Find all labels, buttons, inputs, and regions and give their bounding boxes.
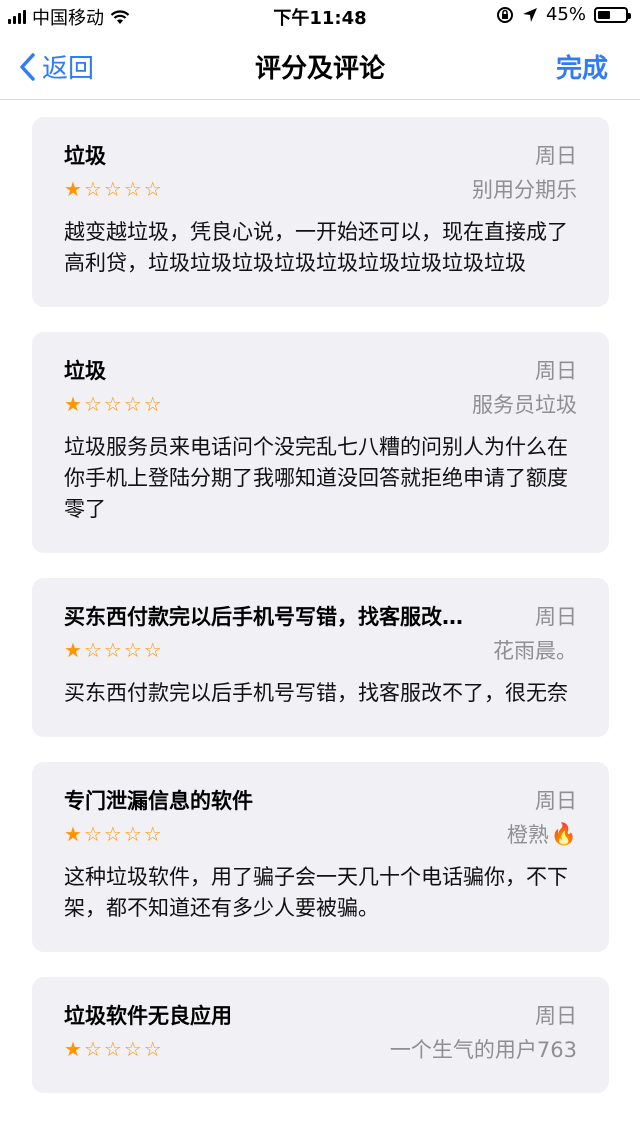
review-date: 周日 xyxy=(535,1004,577,1028)
star-empty-icon: ☆ xyxy=(123,177,142,201)
review-card[interactable]: 垃圾 周日 ★ ☆ ☆ ☆ ☆ 服务员垃圾 垃圾服务员来电话问个没完乱七八糟的问别人为什… xyxy=(32,332,609,553)
review-body: 越变越垃圾，凭良心说，一开始还可以，现在直接成了高利贷，垃圾垃圾垃圾垃圾垃圾垃圾… xyxy=(64,220,568,275)
review-date: 周日 xyxy=(535,605,577,629)
review-title: 垃圾 xyxy=(64,144,106,168)
review-date: 周日 xyxy=(535,359,577,383)
star-empty-icon: ☆ xyxy=(143,177,162,201)
review-list[interactable]: 垃圾 周日 ★ ☆ ☆ ☆ ☆ 别用分期乐 越变越垃圾，凭良心说，一开始还可以，现在直接… xyxy=(32,117,609,1138)
star-filled-icon: ★ xyxy=(64,177,82,201)
star-empty-icon: ☆ xyxy=(83,1037,102,1061)
star-empty-icon: ☆ xyxy=(123,392,142,416)
review-author: 橙熟 xyxy=(506,823,549,847)
star-empty-icon: ☆ xyxy=(103,177,122,201)
review-author: 花雨晨。 xyxy=(493,639,577,663)
star-rating: ★ ☆ ☆ ☆ ☆ xyxy=(64,179,162,199)
star-empty-icon: ☆ xyxy=(103,1037,122,1061)
star-empty-icon: ☆ xyxy=(103,392,122,416)
star-empty-icon: ☆ xyxy=(103,822,122,846)
review-card[interactable]: 买东西付款完以后手机号写错，找客服改… 周日 ★ ☆ ☆ ☆ ☆ 花雨晨。 买东西付款完… xyxy=(32,578,609,737)
star-empty-icon: ☆ xyxy=(123,1037,142,1061)
review-date: 周日 xyxy=(535,789,577,813)
review-body: 这种垃圾软件，用了骗子会一天几十个电话骗你，不下架，都不知道还有多少人要被骗。 xyxy=(64,865,568,920)
star-empty-icon: ☆ xyxy=(123,638,142,662)
review-card[interactable]: 垃圾软件无良应用 周日 ★ ☆ ☆ ☆ ☆ 一个生气的用户763 xyxy=(32,977,609,1093)
star-empty-icon: ☆ xyxy=(143,822,162,846)
star-empty-icon: ☆ xyxy=(83,638,102,662)
star-empty-icon: ☆ xyxy=(83,822,102,846)
star-empty-icon: ☆ xyxy=(143,1037,162,1061)
done-button[interactable]: 完成 xyxy=(556,48,608,85)
review-title: 买东西付款完以后手机号写错，找客服改… xyxy=(64,605,463,629)
review-body: 买东西付款完以后手机号写错，找客服改不了，很无奈 xyxy=(64,681,568,705)
star-empty-icon: ☆ xyxy=(83,392,102,416)
review-title: 专门泄漏信息的软件 xyxy=(64,789,253,813)
status-bar: 中国移动 下午11:48 45% xyxy=(0,0,640,32)
star-empty-icon: ☆ xyxy=(143,638,162,662)
battery-percent: 45% xyxy=(545,4,586,25)
star-rating: ★ ☆ ☆ ☆ ☆ xyxy=(64,824,162,844)
star-rating: ★ ☆ ☆ ☆ ☆ xyxy=(64,640,162,660)
status-right: 45% xyxy=(496,4,631,25)
review-author: 一个生气的用户763 xyxy=(389,1038,577,1062)
review-author: 服务员垃圾 xyxy=(472,393,577,417)
review-body: 垃圾服务员来电话问个没完乱七八糟的问别人为什么在你手机上登陆分期了我哪知道没回答… xyxy=(64,435,568,521)
star-empty-icon: ☆ xyxy=(83,177,102,201)
review-author-wrap: 橙熟 🔥 xyxy=(507,819,577,849)
fire-icon: 🔥 xyxy=(550,821,577,846)
review-author: 别用分期乐 xyxy=(472,178,577,202)
review-card[interactable]: 专门泄漏信息的软件 周日 ★ ☆ ☆ ☆ ☆ 橙熟 🔥 这种垃圾软件，用了骗子会一天几十… xyxy=(32,762,609,952)
orientation-lock-icon xyxy=(496,6,513,23)
star-rating: ★ ☆ ☆ ☆ ☆ xyxy=(64,394,162,414)
star-filled-icon: ★ xyxy=(64,1037,82,1061)
star-filled-icon: ★ xyxy=(64,638,82,662)
star-empty-icon: ☆ xyxy=(123,822,142,846)
page-title: 评分及评论 xyxy=(254,54,385,84)
star-filled-icon: ★ xyxy=(64,392,82,416)
star-filled-icon: ★ xyxy=(64,822,82,846)
nav-bar: 返回 评分及评论 完成 xyxy=(0,32,640,100)
star-rating: ★ ☆ ☆ ☆ ☆ xyxy=(64,1039,162,1059)
star-empty-icon: ☆ xyxy=(143,392,162,416)
star-empty-icon: ☆ xyxy=(103,638,122,662)
review-title: 垃圾软件无良应用 xyxy=(64,1004,232,1028)
location-icon xyxy=(522,7,537,22)
battery-icon xyxy=(594,6,631,23)
review-title: 垃圾 xyxy=(64,359,106,383)
review-card[interactable]: 垃圾 周日 ★ ☆ ☆ ☆ ☆ 别用分期乐 越变越垃圾，凭良心说，一开始还可以，现在直接… xyxy=(32,117,609,307)
review-date: 周日 xyxy=(535,144,577,168)
